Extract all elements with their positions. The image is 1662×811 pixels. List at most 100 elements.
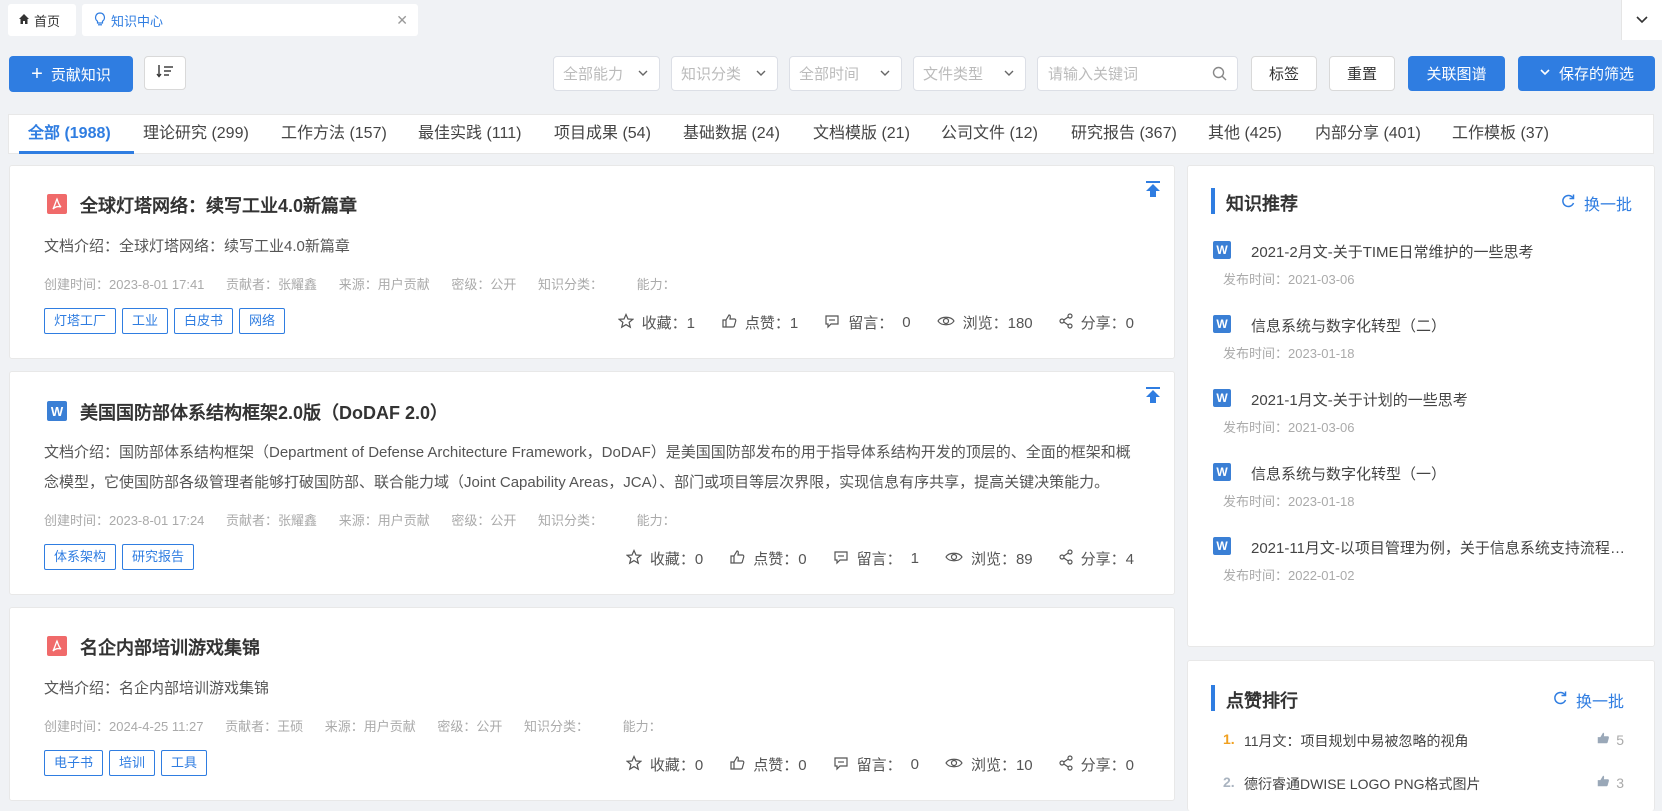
file-type-filter-value: 文件类型 bbox=[923, 66, 984, 83]
knowledge-card[interactable]: W 美国国防部体系结构框架2.0版（DoDAF 2.0） 文档介绍：国防部体系结… bbox=[9, 371, 1175, 595]
favorite-stat[interactable]: 收藏：0 bbox=[625, 754, 704, 775]
sort-button[interactable] bbox=[144, 56, 186, 90]
category-filter-value: 知识分类 bbox=[681, 66, 742, 83]
tab-work-templates[interactable]: 工作模板 (37) bbox=[1452, 115, 1549, 153]
comment-count: 1 bbox=[910, 550, 919, 567]
chevron-down-icon[interactable] bbox=[1621, 0, 1662, 40]
publish-date: 发布时间：2022-01-02 bbox=[1223, 568, 1355, 583]
share-icon bbox=[1059, 548, 1081, 569]
close-icon[interactable]: ✕ bbox=[396, 12, 408, 29]
tab-project-results[interactable]: 项目成果 (54) bbox=[554, 115, 651, 153]
time-filter-select[interactable]: 全部时间 bbox=[789, 56, 902, 91]
refresh-icon bbox=[1560, 193, 1584, 214]
tab-work-methods[interactable]: 工作方法 (157) bbox=[281, 115, 387, 153]
like-stat[interactable]: 点赞：0 bbox=[729, 548, 807, 569]
card-description: 文档介绍：名企内部培训游戏集锦 bbox=[44, 680, 270, 697]
recommend-title[interactable]: 2021-11月文-以项目管理为例，关于信息系统支持流程管理的一些思考 bbox=[1251, 537, 1631, 558]
comment-icon bbox=[824, 313, 848, 333]
comment-stat[interactable]: 留言： 0 bbox=[833, 754, 919, 775]
pin-top-icon[interactable] bbox=[1144, 180, 1162, 203]
card-description: 文档介绍：全球灯塔网络：续写工业4.0新篇章 bbox=[44, 238, 350, 255]
tab-all[interactable]: 全部 (1988) bbox=[28, 115, 111, 153]
recommend-item[interactable]: W 信息系统与数字化转型（二） 发布时间：2023-01-18 bbox=[1213, 315, 1634, 365]
saved-filters-button[interactable]: 保存的筛选 bbox=[1518, 56, 1655, 91]
rank-title[interactable]: 11月文：项目规划中易被忽略的视角 bbox=[1244, 731, 1469, 751]
rank-title[interactable]: 德衍睿通DWISE LOGO PNG格式图片 bbox=[1244, 774, 1480, 794]
pin-top-icon[interactable] bbox=[1144, 386, 1162, 409]
like-ranking-panel: 点赞排行 换一批 1. 11月文：项目规划中易被忽略的视角 5 2. 德衍睿通D… bbox=[1187, 660, 1655, 811]
knowledge-graph-button[interactable]: 关联图谱 bbox=[1408, 56, 1505, 91]
refresh-button[interactable]: 换一批 bbox=[1560, 191, 1632, 215]
home-icon bbox=[18, 13, 30, 28]
view-count: 浏览：89 bbox=[970, 551, 1033, 568]
card-title[interactable]: 美国国防部体系结构框架2.0版（DoDAF 2.0） bbox=[80, 399, 448, 425]
tag[interactable]: 研究报告 bbox=[122, 544, 195, 570]
tag[interactable]: 培训 bbox=[109, 750, 156, 776]
knowledge-card[interactable]: 全球灯塔网络：续写工业4.0新篇章 文档介绍：全球灯塔网络：续写工业4.0新篇章… bbox=[9, 165, 1175, 359]
tag[interactable]: 白皮书 bbox=[174, 308, 234, 334]
share-stat[interactable]: 分享：4 bbox=[1059, 548, 1134, 569]
tag-list: 灯塔工厂 工业 白皮书 网络 bbox=[44, 308, 286, 334]
recommend-item[interactable]: W 2021-11月文-以项目管理为例，关于信息系统支持流程管理的一些思考 发布… bbox=[1213, 537, 1634, 587]
recommend-item[interactable]: W 2021-2月文-关于TIME日常维护的一些思考 发布时间：2021-03-… bbox=[1213, 241, 1634, 291]
tab-basic-data[interactable]: 基础数据 (24) bbox=[683, 115, 780, 153]
tag[interactable]: 网络 bbox=[239, 308, 286, 334]
reset-button[interactable]: 重置 bbox=[1329, 56, 1395, 91]
tag[interactable]: 灯塔工厂 bbox=[44, 308, 117, 334]
share-stat[interactable]: 分享：0 bbox=[1059, 312, 1134, 333]
like-stat[interactable]: 点赞：1 bbox=[721, 312, 798, 333]
comment-label: 留言： bbox=[856, 757, 902, 774]
tags-button[interactable]: 标签 bbox=[1251, 56, 1317, 91]
tab-research-reports[interactable]: 研究报告 (367) bbox=[1071, 115, 1177, 153]
search-input[interactable] bbox=[1038, 57, 1210, 92]
tab-other[interactable]: 其他 (425) bbox=[1208, 115, 1282, 153]
eye-icon bbox=[936, 313, 963, 333]
keyword-search bbox=[1037, 56, 1238, 92]
share-icon bbox=[1059, 312, 1081, 333]
comment-stat[interactable]: 留言： 0 bbox=[824, 312, 911, 333]
favorite-stat[interactable]: 收藏：0 bbox=[625, 548, 703, 569]
ranking-item[interactable]: 1. 11月文：项目规划中易被忽略的视角 5 bbox=[1223, 731, 1624, 753]
tab-doc-templates[interactable]: 文档模版 (21) bbox=[813, 115, 910, 153]
recommend-title[interactable]: 2021-1月文-关于计划的一些思考 bbox=[1251, 389, 1631, 410]
card-title[interactable]: 名企内部培训游戏集锦 bbox=[80, 634, 260, 660]
knowledge-card[interactable]: 名企内部培训游戏集锦 文档介绍：名企内部培训游戏集锦 创建时间：2024-4-2… bbox=[9, 607, 1175, 801]
like-stat[interactable]: 点赞：0 bbox=[729, 754, 807, 775]
contribute-knowledge-button[interactable]: + 贡献知识 bbox=[9, 56, 133, 92]
recommend-title[interactable]: 2021-2月文-关于TIME日常维护的一些思考 bbox=[1251, 241, 1631, 262]
tag[interactable]: 电子书 bbox=[44, 750, 104, 776]
comment-count: 0 bbox=[910, 756, 919, 773]
ability-filter-select[interactable]: 全部能力 bbox=[553, 56, 660, 91]
favorite-stat[interactable]: 收藏：1 bbox=[617, 312, 695, 333]
ability: 能力： bbox=[636, 277, 676, 292]
tag[interactable]: 体系架构 bbox=[44, 544, 117, 570]
comment-stat[interactable]: 留言： 1 bbox=[833, 548, 919, 569]
category-filter-select[interactable]: 知识分类 bbox=[671, 56, 778, 91]
tag[interactable]: 工具 bbox=[161, 750, 208, 776]
tab-best-practices[interactable]: 最佳实践 (111) bbox=[418, 115, 521, 153]
file-type-filter-select[interactable]: 文件类型 bbox=[913, 56, 1026, 91]
recommend-title[interactable]: 信息系统与数字化转型（二） bbox=[1251, 315, 1631, 336]
tag[interactable]: 工业 bbox=[122, 308, 169, 334]
ranking-item[interactable]: 2. 德衍睿通DWISE LOGO PNG格式图片 3 bbox=[1223, 774, 1624, 796]
card-title[interactable]: 全球灯塔网络：续写工业4.0新篇章 bbox=[80, 192, 357, 218]
tab-home[interactable]: 首页 bbox=[8, 4, 76, 36]
ability: 能力： bbox=[636, 513, 676, 528]
word-file-icon: W bbox=[47, 401, 67, 421]
favorite-count: 收藏：0 bbox=[649, 757, 704, 774]
recommend-title[interactable]: 信息系统与数字化转型（一） bbox=[1251, 463, 1631, 484]
lightbulb-icon bbox=[94, 11, 106, 29]
recommend-item[interactable]: W 信息系统与数字化转型（一） 发布时间：2023-01-18 bbox=[1213, 463, 1634, 513]
search-icon[interactable] bbox=[1212, 66, 1227, 86]
share-stat[interactable]: 分享：0 bbox=[1059, 754, 1134, 775]
like-count: 点赞：1 bbox=[744, 315, 799, 332]
knowledge-graph-label: 关联图谱 bbox=[1426, 66, 1487, 83]
refresh-button[interactable]: 换一批 bbox=[1552, 688, 1624, 712]
tab-knowledge-center[interactable]: 知识中心 ✕ bbox=[82, 4, 418, 36]
active-tab-indicator bbox=[19, 151, 134, 154]
tab-internal-sharing[interactable]: 内部分享 (401) bbox=[1315, 115, 1421, 153]
tab-theory-research[interactable]: 理论研究 (299) bbox=[143, 115, 249, 153]
tab-company-files[interactable]: 公司文件 (12) bbox=[941, 115, 1038, 153]
recommend-item[interactable]: W 2021-1月文-关于计划的一些思考 发布时间：2021-03-06 bbox=[1213, 389, 1634, 439]
secret-level: 密级：公开 bbox=[451, 277, 517, 292]
